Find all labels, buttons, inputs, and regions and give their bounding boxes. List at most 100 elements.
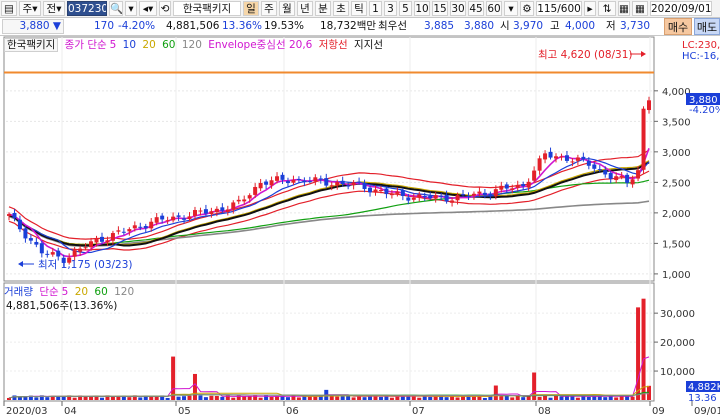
legend-ma120[interactable]: 120 <box>182 39 202 51</box>
volume-bar <box>231 397 236 400</box>
candle-body <box>488 193 493 196</box>
legend-close-label[interactable]: 종가 단순 <box>65 39 107 51</box>
date-tick-label: 07 <box>412 406 425 417</box>
candle-body <box>603 170 608 175</box>
candle-body <box>466 195 471 197</box>
candle-body <box>395 191 400 194</box>
candle-body <box>625 174 630 183</box>
candle-body <box>597 169 602 171</box>
candle-body <box>264 181 269 185</box>
volume-ma5[interactable]: 5 <box>62 286 69 298</box>
candle-body <box>400 190 405 196</box>
volume-ma20[interactable]: 20 <box>75 286 88 298</box>
candle-body <box>34 241 39 245</box>
candle-body <box>548 151 553 158</box>
candle-body <box>493 189 498 197</box>
candle-body <box>428 195 433 199</box>
volume-avg-label[interactable]: 단순 <box>39 286 58 298</box>
candle-body <box>439 195 444 197</box>
candle-body <box>329 185 334 187</box>
low-annotation: 최저 1,175 (03/23) <box>38 259 133 271</box>
candle-body <box>417 194 422 198</box>
volume-bar <box>389 397 394 400</box>
volume-bar <box>61 396 66 400</box>
volume-bar <box>493 385 498 400</box>
volume-bar <box>647 385 651 400</box>
legend-ma5[interactable]: 5 <box>110 39 117 51</box>
volume-bar <box>220 396 225 400</box>
candle-body <box>532 170 537 181</box>
candle-body <box>307 181 312 183</box>
legend-stock-name[interactable]: 한국팩키지 <box>4 38 59 52</box>
volume-bar <box>99 397 104 400</box>
volume-ma60[interactable]: 60 <box>94 286 107 298</box>
candle-body <box>45 253 50 255</box>
legend-resistance[interactable]: 저항선 <box>319 39 348 51</box>
candle-body <box>335 182 340 186</box>
lc-label: LC:230, <box>682 40 720 51</box>
candle-body <box>450 200 455 203</box>
legend-ma10[interactable]: 10 <box>123 39 136 51</box>
candle-body <box>340 180 345 185</box>
volume-bar <box>247 396 252 400</box>
candle-body <box>220 207 225 211</box>
volume-bar <box>313 396 318 400</box>
price-tick-label: 2,500 <box>662 178 691 189</box>
volume-bar <box>575 397 580 400</box>
candle-body <box>78 248 83 252</box>
candle-body <box>630 179 635 185</box>
candle-body <box>56 250 61 257</box>
candle-body <box>258 182 263 189</box>
volume-bar <box>455 397 460 400</box>
volume-bar <box>504 395 509 400</box>
legend-support[interactable]: 지지선 <box>354 39 383 51</box>
date-tick-label: 2020/03 <box>6 406 48 417</box>
volume-bar <box>510 397 515 400</box>
candle-body <box>285 181 290 184</box>
candle-body <box>471 193 476 196</box>
volume-bar <box>521 397 526 400</box>
price-tick-label: 1,000 <box>662 270 691 281</box>
volume-bar <box>417 397 422 400</box>
volume-bar <box>12 395 17 400</box>
candle-body <box>510 188 515 190</box>
candle-body <box>526 181 531 188</box>
candle-body <box>368 187 373 193</box>
legend-ma20[interactable]: 20 <box>142 39 155 51</box>
volume-bar <box>362 397 367 400</box>
date-tick-label: 05 <box>178 406 191 417</box>
volume-bar <box>340 396 345 400</box>
candle-body <box>198 210 203 212</box>
volume-bar <box>548 397 553 400</box>
candle-body <box>461 194 466 196</box>
candle-body <box>214 208 219 213</box>
candle-body <box>608 172 613 179</box>
candle-body <box>225 209 230 212</box>
volume-axis: 30,000 20,000 10,000 <box>654 309 695 378</box>
volume-bar <box>242 396 247 400</box>
candle-body <box>504 184 509 189</box>
volume-bar <box>127 397 132 400</box>
legend-envelope[interactable]: Envelope중심선 20,6 <box>208 39 312 51</box>
legend-ma60[interactable]: 60 <box>162 39 175 51</box>
candle-body <box>192 210 197 216</box>
candle-body <box>614 176 619 181</box>
candle-body <box>641 108 646 170</box>
volume-ma120[interactable]: 120 <box>114 286 134 298</box>
price-legend: 한국팩키지 종가 단순 5 10 20 60 120 Envelope중심선 20… <box>4 38 386 52</box>
candle-body <box>236 199 241 202</box>
candle-body <box>171 216 176 221</box>
candle-body <box>559 156 564 158</box>
volume-bar <box>258 397 263 400</box>
volume-bar <box>269 396 274 400</box>
volume-bar <box>406 396 411 400</box>
candle-body <box>291 179 296 183</box>
candle-body <box>515 184 520 188</box>
volume-legend-label[interactable]: 거래량 <box>4 286 33 298</box>
candle-body <box>269 180 274 186</box>
price-chart[interactable]: 4,0003,5003,0002,5002,0001,5001,000 30,0… <box>0 0 720 420</box>
date-tick-label: 06 <box>286 406 299 417</box>
volume-bar <box>537 396 542 400</box>
candle-body <box>564 155 569 161</box>
volume-bar <box>378 396 383 400</box>
